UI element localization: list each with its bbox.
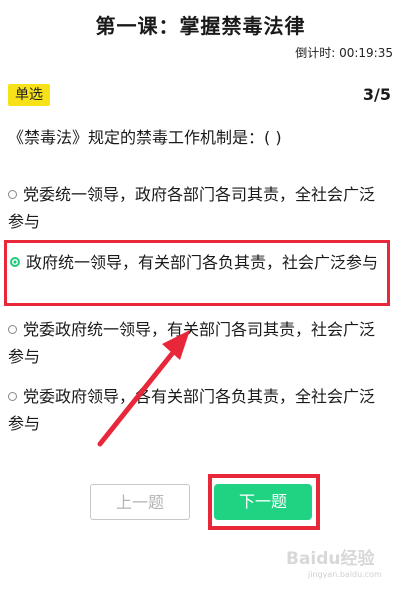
annotation-arrow-icon bbox=[97, 330, 190, 447]
watermark-logo: Baidu经验 bbox=[286, 549, 375, 569]
prev-question-button[interactable]: 上一题 bbox=[90, 484, 190, 520]
quiz-page: 第一课：掌握禁毒法律 倒计时: 00:19:35 单选 3/5 《禁毒法》规定的… bbox=[0, 0, 401, 591]
watermark: Baidu经验 jingyan.baidu.com bbox=[286, 540, 398, 588]
next-button-highlight-box bbox=[208, 474, 320, 530]
watermark-sub: jingyan.baidu.com bbox=[308, 570, 382, 579]
